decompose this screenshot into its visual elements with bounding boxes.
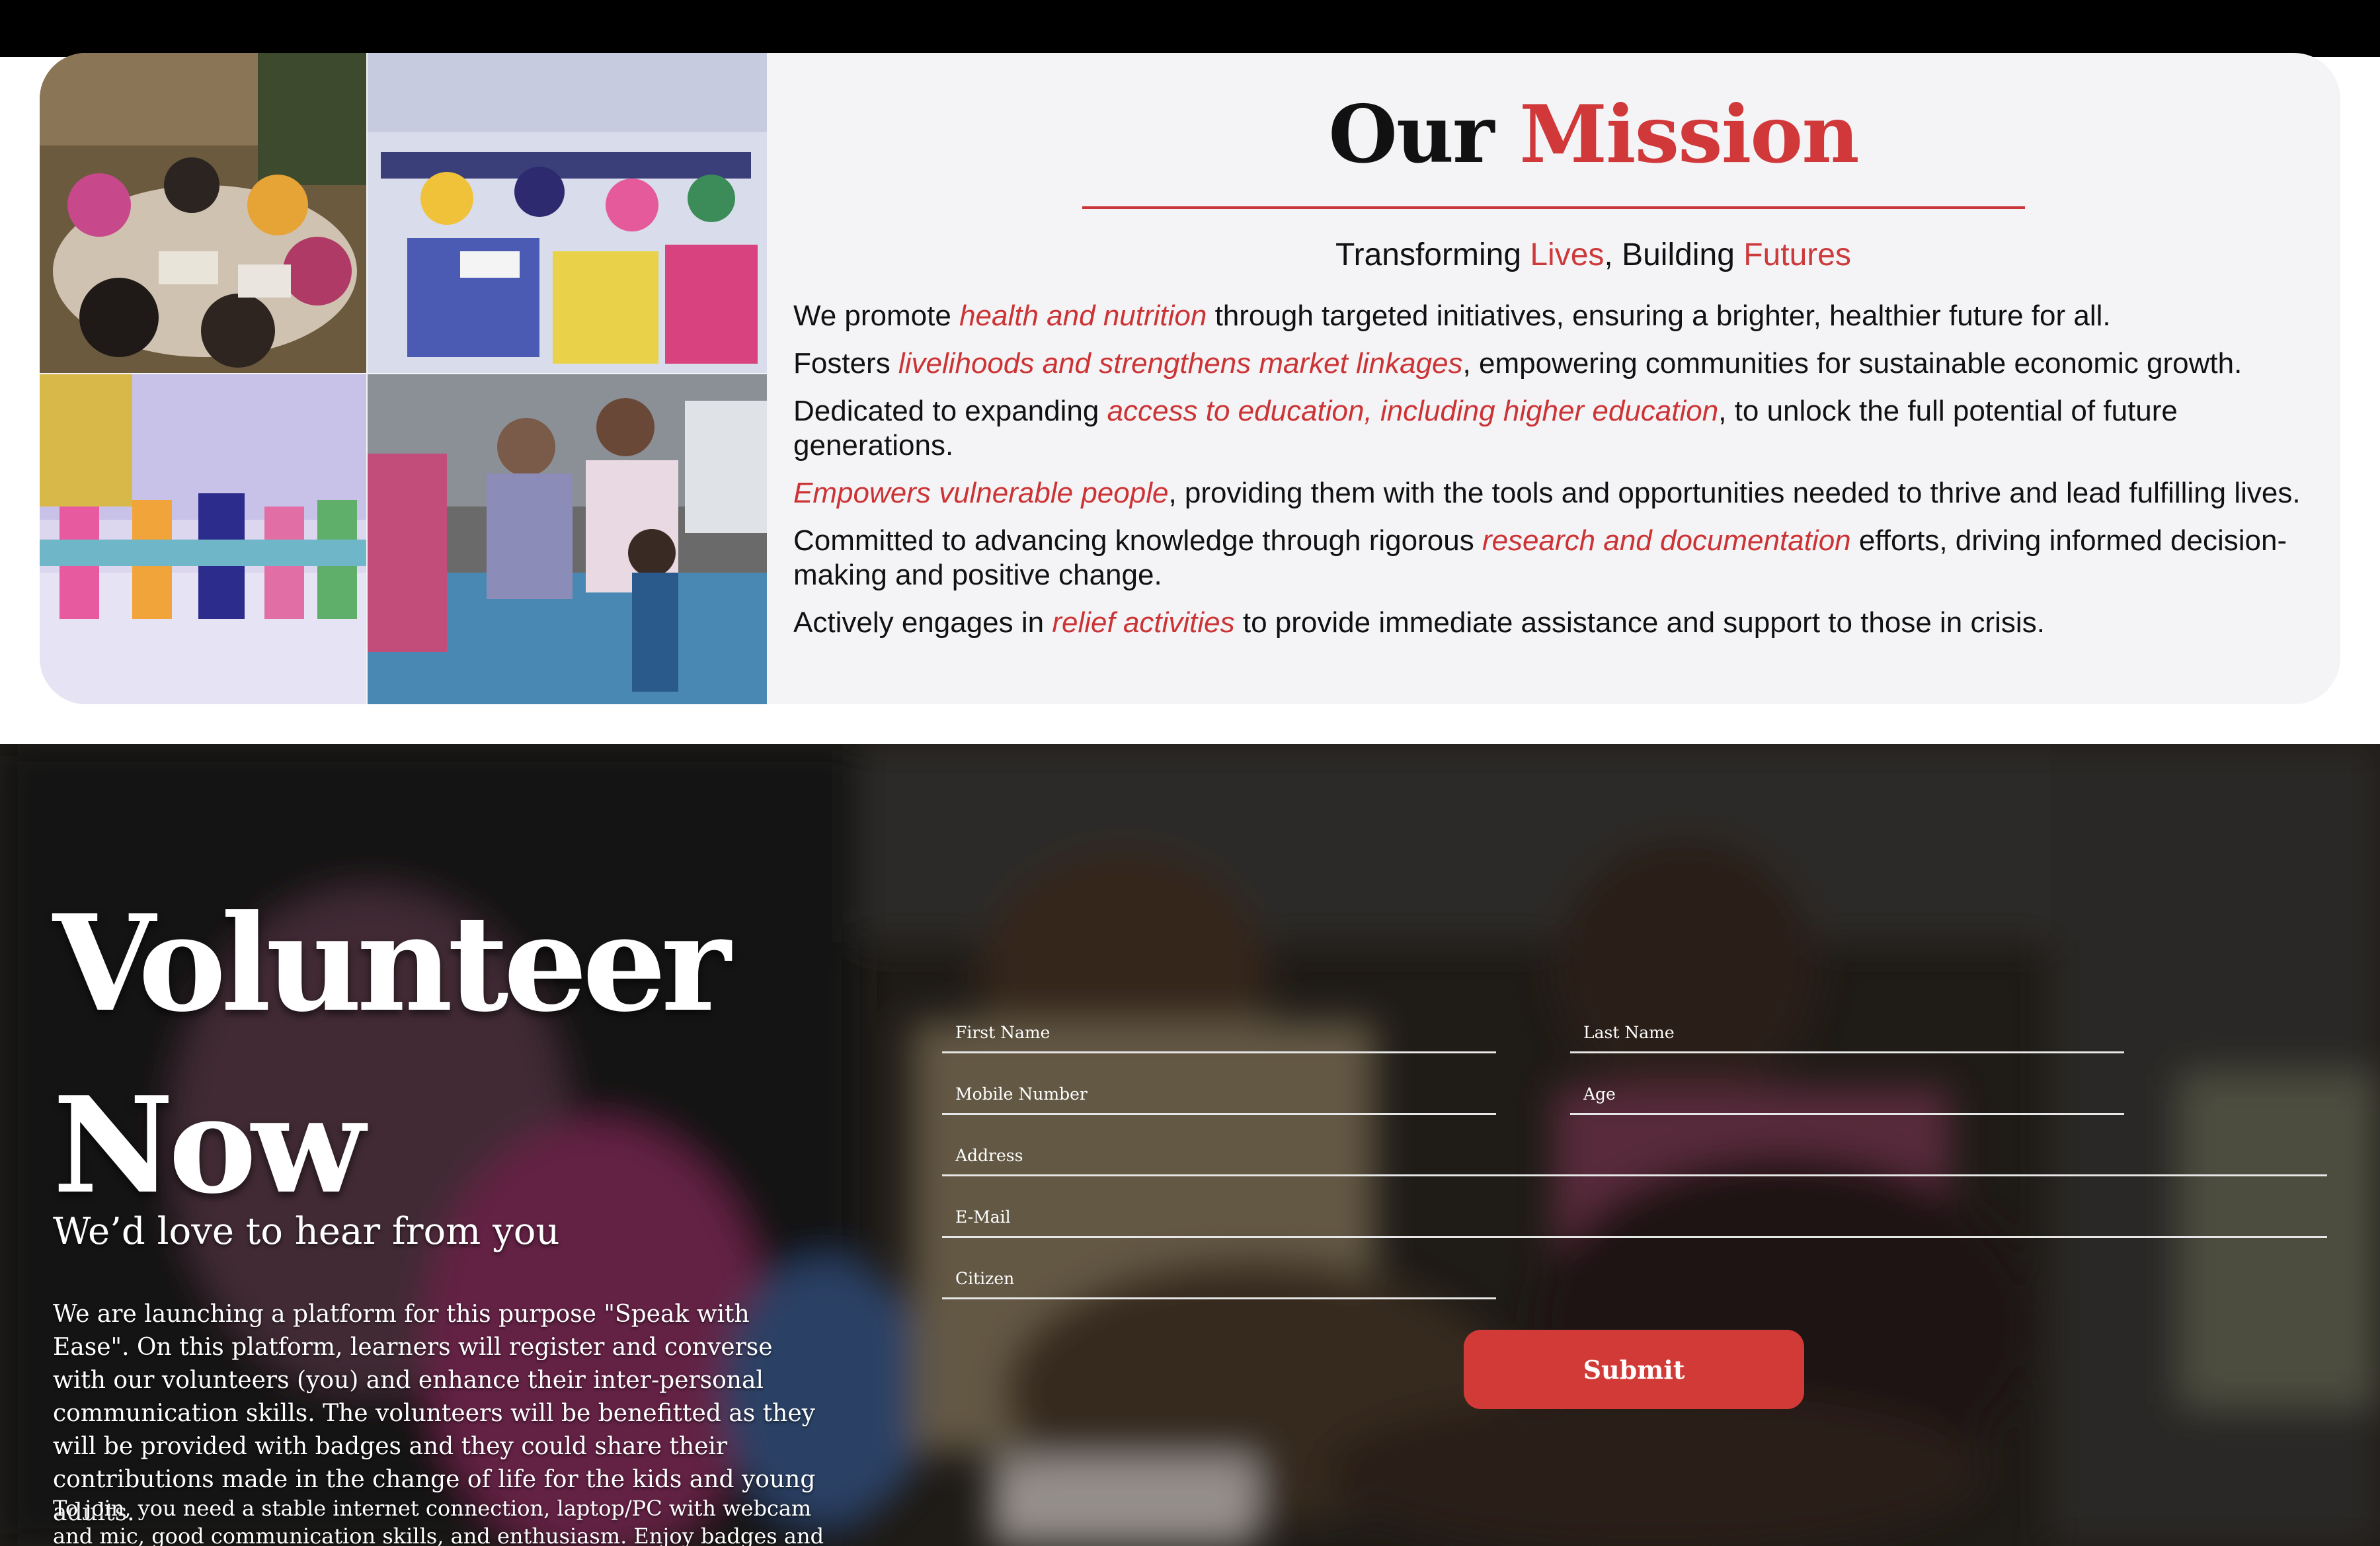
age-field — [1570, 1075, 2124, 1115]
mission-item-text: to provide immediate assistance and supp… — [1234, 606, 2045, 639]
mission-item-highlight: livelihoods and strengthens market linka… — [898, 347, 1463, 380]
mission-subtitle: Transforming Lives, Building Futures — [793, 237, 2340, 273]
mission-item-text: through targeted initiatives, ensuring a… — [1207, 300, 2111, 332]
photo-women-writing-classroom — [368, 53, 767, 373]
subtitle-part-1: Transforming — [1335, 237, 1530, 272]
mission-item-text: We promote — [793, 300, 960, 332]
volunteer-section: Volunteer Now We’d love to hear from you… — [0, 744, 2380, 1546]
mission-item-highlight: relief activities — [1052, 606, 1235, 639]
mobile-number-input[interactable] — [942, 1075, 1496, 1113]
photo-women-at-tables — [40, 374, 366, 704]
top-bar — [0, 0, 2380, 57]
mission-item-text: Fosters — [793, 347, 898, 380]
volunteer-tagline: We’d love to hear from you — [53, 1210, 560, 1253]
address-input[interactable] — [942, 1137, 2327, 1174]
mission-item-text: Dedicated to expanding — [793, 395, 1107, 427]
email-input[interactable] — [942, 1198, 2327, 1236]
mission-item-research: Committed to advancing knowledge through… — [793, 524, 2334, 592]
volunteer-heading-line-2: Now — [53, 1068, 365, 1223]
citizen-input[interactable] — [942, 1260, 1496, 1297]
subtitle-accent-futures: Futures — [1743, 237, 1851, 272]
address-field — [942, 1137, 2327, 1176]
mission-item-health: We promote health and nutrition through … — [793, 299, 2334, 333]
first-name-field — [942, 1014, 1496, 1053]
last-name-input[interactable] — [1570, 1014, 2124, 1051]
mission-divider — [1082, 206, 2025, 209]
mission-heading: Our Mission — [793, 87, 2340, 183]
mission-heading-accent: Mission — [1519, 88, 1859, 181]
mission-item-empowerment: Empowers vulnerable people, providing th… — [793, 476, 2334, 510]
photo-relief-distribution — [368, 374, 767, 704]
volunteer-heading-line-1: Volunteer — [53, 886, 731, 1041]
mission-item-highlight: research and documentation — [1482, 524, 1851, 557]
mission-photo-grid — [40, 53, 767, 704]
citizen-field — [942, 1260, 1496, 1299]
submit-button[interactable]: Submit — [1464, 1330, 1804, 1409]
mission-list: We promote health and nutrition through … — [793, 299, 2334, 653]
mission-item-livelihoods: Fosters livelihoods and strengthens mark… — [793, 346, 2334, 381]
subtitle-accent-lives: Lives — [1530, 237, 1605, 272]
mobile-number-field — [942, 1075, 1496, 1115]
mission-section: Our Mission Transforming Lives, Building… — [40, 53, 2340, 704]
mission-item-relief: Actively engages in relief activities to… — [793, 606, 2334, 640]
mission-item-text: , empowering communities for sustainable… — [1462, 347, 2242, 380]
photo-women-group-floor — [40, 53, 366, 373]
subtitle-part-2: , Building — [1604, 237, 1744, 272]
email-field — [942, 1198, 2327, 1238]
volunteer-heading: Volunteer Now — [53, 873, 731, 1237]
mission-item-highlight: access to education, including higher ed… — [1107, 395, 1719, 427]
mission-item-text: Committed to advancing knowledge through… — [793, 524, 1482, 557]
last-name-field — [1570, 1014, 2124, 1053]
mission-item-education: Dedicated to expanding access to educati… — [793, 394, 2334, 463]
mission-heading-plain: Our — [1328, 88, 1494, 181]
first-name-input[interactable] — [942, 1014, 1496, 1051]
volunteer-requirements: To join, you need a stable internet conn… — [53, 1496, 824, 1546]
mission-item-text: , providing them with the tools and oppo… — [1168, 477, 2301, 509]
mission-content: Our Mission Transforming Lives, Building… — [793, 53, 2327, 704]
mission-item-text: Actively engages in — [793, 606, 1052, 639]
mission-item-highlight: Empowers vulnerable people — [793, 477, 1169, 509]
age-input[interactable] — [1570, 1075, 2124, 1113]
mission-item-highlight: health and nutrition — [959, 300, 1207, 332]
